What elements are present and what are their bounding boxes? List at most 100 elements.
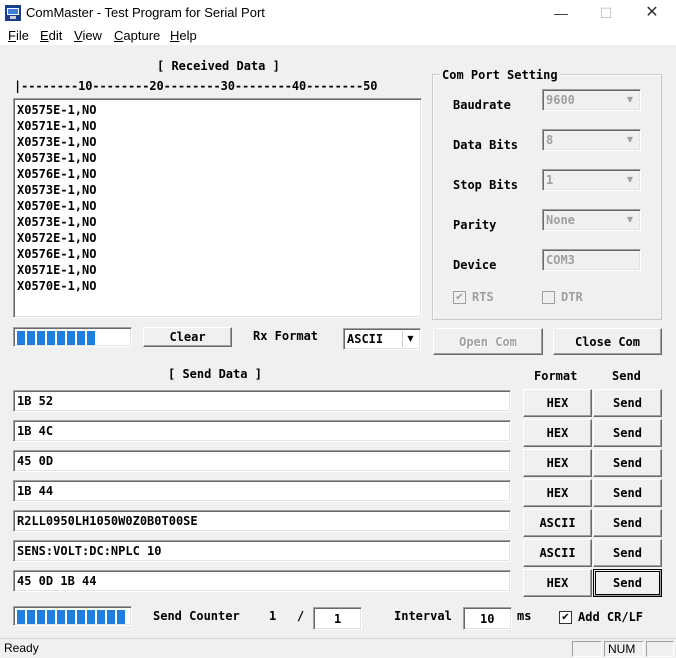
dtr-label: DTR (561, 290, 583, 304)
received-line: X0573E-1,NO (17, 151, 97, 165)
menu-file[interactable]: File (8, 28, 29, 43)
rts-checkbox[interactable]: ✔ (453, 291, 466, 304)
com-port-group-title: Com Port Setting (440, 68, 560, 82)
send-counter-value: 1 (269, 609, 277, 623)
format-toggle-button[interactable]: HEX (523, 479, 592, 507)
parity-value: None (546, 213, 575, 227)
send-data-heading: [ Send Data ] (168, 367, 262, 381)
send-column-header: Send (612, 369, 641, 383)
chevron-down-icon[interactable]: ▼ (622, 92, 638, 108)
data-bits-label: Data Bits (453, 138, 519, 152)
data-bits-select[interactable]: 8 ▼ (542, 129, 641, 151)
interval-input[interactable]: 10 (463, 607, 512, 630)
device-field[interactable]: COM3 (542, 249, 641, 271)
send-data-value: 45 0D (17, 454, 54, 468)
rx-format-select[interactable]: ASCII ▼ (343, 328, 421, 350)
menu-edit[interactable]: Edit (40, 28, 62, 43)
close-com-button[interactable]: Close Com (553, 328, 662, 355)
clear-button[interactable]: Clear (143, 327, 232, 347)
send-button[interactable]: Send (593, 419, 662, 447)
format-column-header: Format (534, 369, 578, 383)
send-button[interactable]: Send (593, 539, 662, 567)
status-ready: Ready (4, 641, 39, 655)
send-button[interactable]: Send (593, 389, 662, 417)
received-line: X0576E-1,NO (17, 247, 97, 261)
chevron-down-icon[interactable]: ▼ (622, 212, 638, 228)
window-title: ComMaster - Test Program for Serial Port (26, 5, 265, 20)
stop-bits-value: 1 (546, 173, 554, 187)
send-data-value: R2LL0950LH1050W0Z0B0T00SE (17, 514, 198, 528)
send-button[interactable]: Send (593, 479, 662, 507)
menu-view[interactable]: View (74, 28, 102, 43)
received-line: X0570E-1,NO (17, 199, 97, 213)
send-data-value: 1B 4C (17, 424, 54, 438)
format-toggle-button[interactable]: ASCII (523, 509, 592, 537)
baudrate-select[interactable]: 9600 ▼ (542, 89, 641, 111)
send-data-input[interactable]: 45 0D 1B 44 (13, 570, 511, 592)
device-label: Device (453, 258, 497, 272)
interval-value: 10 (480, 612, 495, 626)
received-line: X0573E-1,NO (17, 183, 97, 197)
open-com-button[interactable]: Open Com (433, 328, 543, 355)
send-data-input[interactable]: 1B 52 (13, 390, 511, 412)
maximize-button[interactable]: ☐ (583, 0, 629, 26)
status-pane-scroll (646, 641, 674, 657)
received-line: X0573E-1,NO (17, 135, 97, 149)
receive-progress-fill (17, 331, 95, 345)
minimize-button[interactable]: — (538, 0, 584, 26)
data-bits-value: 8 (546, 133, 554, 147)
checkmark-icon: ✔ (455, 292, 464, 303)
received-line: X0573E-1,NO (17, 215, 97, 229)
checkmark-icon: ✔ (561, 612, 570, 623)
send-data-input[interactable]: 45 0D (13, 450, 511, 472)
add-crlf-label: Add CR/LF (578, 610, 644, 624)
interval-unit: ms (517, 609, 532, 623)
send-counter-separator: / (297, 609, 305, 623)
baudrate-label: Baudrate (453, 98, 511, 112)
close-button[interactable]: ✕ (629, 0, 675, 26)
menu-help[interactable]: Help (170, 28, 197, 43)
rx-format-value: ASCII (347, 332, 384, 346)
send-button[interactable]: Send (593, 449, 662, 477)
add-crlf-checkbox[interactable]: ✔ (559, 611, 572, 624)
send-counter-total-input[interactable]: 1 (313, 607, 362, 630)
dtr-checkbox[interactable] (542, 291, 555, 304)
parity-label: Parity (453, 218, 497, 232)
status-pane-empty (572, 641, 602, 657)
menu-capture[interactable]: Capture (114, 28, 160, 43)
format-toggle-button[interactable]: HEX (523, 419, 592, 447)
send-data-value: SENS:VOLT:DC:NPLC 10 (17, 544, 162, 558)
send-data-input[interactable]: R2LL0950LH1050W0Z0B0T00SE (13, 510, 511, 532)
send-button[interactable]: Send (593, 509, 662, 537)
chevron-down-icon[interactable]: ▼ (402, 331, 418, 347)
serial-app-icon (5, 5, 21, 21)
send-data-input[interactable]: 1B 44 (13, 480, 511, 502)
receive-progress-bar (13, 327, 132, 347)
format-toggle-button[interactable]: HEX (523, 389, 592, 417)
status-num: NUM (604, 641, 644, 657)
received-line: X0572E-1,NO (17, 231, 97, 245)
stop-bits-select[interactable]: 1 ▼ (542, 169, 641, 191)
format-toggle-button[interactable]: HEX (523, 449, 592, 477)
send-progress-bar (13, 606, 132, 626)
received-line: X0576E-1,NO (17, 167, 97, 181)
send-button[interactable]: Send (593, 569, 662, 597)
send-data-input[interactable]: SENS:VOLT:DC:NPLC 10 (13, 540, 511, 562)
stop-bits-label: Stop Bits (453, 178, 519, 192)
interval-label: Interval (394, 609, 452, 623)
rts-label: RTS (472, 290, 494, 304)
format-toggle-button[interactable]: ASCII (523, 539, 592, 567)
parity-select[interactable]: None ▼ (542, 209, 641, 231)
received-data-box[interactable]: X0575E-1,NO X0571E-1,NO X0573E-1,NO X0573E-… (13, 98, 422, 318)
received-lines: X0575E-1,NO X0571E-1,NO X0573E-1,NO X0573E-… (17, 102, 96, 294)
chevron-down-icon[interactable]: ▼ (622, 172, 638, 188)
format-toggle-button[interactable]: HEX (523, 569, 592, 597)
received-line: X0575E-1,NO (17, 103, 97, 117)
device-value: COM3 (546, 253, 575, 267)
column-ruler: |--------10--------20--------30--------4… (14, 79, 378, 93)
chevron-down-icon[interactable]: ▼ (622, 132, 638, 148)
send-data-input[interactable]: 1B 4C (13, 420, 511, 442)
send-progress-fill (17, 610, 125, 624)
send-data-value: 45 0D 1B 44 (17, 574, 97, 588)
baudrate-value: 9600 (546, 93, 575, 107)
